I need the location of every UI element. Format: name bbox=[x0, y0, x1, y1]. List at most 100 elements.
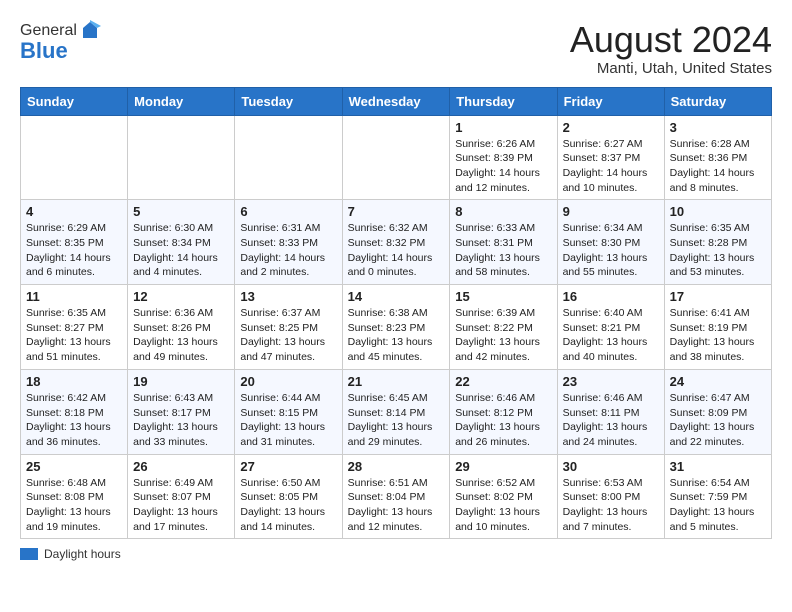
day-number: 19 bbox=[133, 374, 229, 389]
day-number: 4 bbox=[26, 204, 122, 219]
legend-label: Daylight hours bbox=[44, 547, 121, 561]
calendar-day-cell: 11Sunrise: 6:35 AMSunset: 8:27 PMDayligh… bbox=[21, 285, 128, 370]
day-info: Sunrise: 6:49 AMSunset: 8:07 PMDaylight:… bbox=[133, 476, 229, 535]
day-of-week-header: Tuesday bbox=[235, 87, 342, 115]
day-number: 3 bbox=[670, 120, 766, 135]
calendar-day-cell: 17 Sunrise: 6:41 AMSunset: 8:19 PMDayligh… bbox=[664, 285, 771, 370]
calendar-day-cell: 28 Sunrise: 6:51 AMSunset: 8:04 PMDayligh… bbox=[342, 454, 450, 539]
calendar-day-cell: 25 Sunrise: 6:48 AMSunset: 8:08 PMDayligh… bbox=[21, 454, 128, 539]
day-info: Sunrise: 6:41 AMSunset: 8:19 PMDaylight:… bbox=[670, 306, 766, 365]
day-info: Sunrise: 6:50 AMSunset: 8:05 PMDaylight:… bbox=[240, 476, 336, 535]
day-info: Sunrise: 6:34 AMSunset: 8:30 PMDaylight:… bbox=[563, 221, 659, 280]
day-number: 21 bbox=[348, 374, 445, 389]
calendar-day-cell: 21 Sunrise: 6:45 AMSunset: 8:14 PMDayligh… bbox=[342, 369, 450, 454]
calendar-day-cell: 18Sunrise: 6:42 AMSunset: 8:18 PMDayligh… bbox=[21, 369, 128, 454]
title-block: August 2024 Manti, Utah, United States bbox=[570, 20, 772, 77]
day-number: 30 bbox=[563, 459, 659, 474]
day-info: Sunrise: 6:44 AMSunset: 8:15 PMDaylight:… bbox=[240, 391, 336, 450]
day-info: Sunrise: 6:30 AMSunset: 8:34 PMDaylight:… bbox=[133, 221, 229, 280]
empty-cell bbox=[21, 115, 128, 200]
day-number: 14 bbox=[348, 289, 445, 304]
day-info: Sunrise: 6:33 AMSunset: 8:31 PMDaylight:… bbox=[455, 221, 551, 280]
calendar-day-cell: 9 Sunrise: 6:34 AMSunset: 8:30 PMDaylight… bbox=[557, 200, 664, 285]
day-info: Sunrise: 6:26 AMSunset: 8:39 PMDaylight:… bbox=[455, 137, 551, 196]
day-number: 16 bbox=[563, 289, 659, 304]
day-info: Sunrise: 6:37 AMSunset: 8:25 PMDaylight:… bbox=[240, 306, 336, 365]
day-number: 25 bbox=[26, 459, 122, 474]
day-info: Sunrise: 6:43 AMSunset: 8:17 PMDaylight:… bbox=[133, 391, 229, 450]
day-number: 9 bbox=[563, 204, 659, 219]
calendar-day-cell: 15Sunrise: 6:39 AMSunset: 8:22 PMDayligh… bbox=[450, 285, 557, 370]
day-info: Sunrise: 6:52 AMSunset: 8:02 PMDaylight:… bbox=[455, 476, 551, 535]
day-number: 6 bbox=[240, 204, 336, 219]
day-number: 22 bbox=[455, 374, 551, 389]
calendar-day-cell: 3 Sunrise: 6:28 AMSunset: 8:36 PMDaylight… bbox=[664, 115, 771, 200]
calendar: SundayMondayTuesdayWednesdayThursdayFrid… bbox=[20, 87, 772, 540]
day-number: 1 bbox=[455, 120, 551, 135]
location: Manti, Utah, United States bbox=[570, 60, 772, 77]
day-info: Sunrise: 6:36 AMSunset: 8:26 PMDaylight:… bbox=[133, 306, 229, 365]
day-number: 20 bbox=[240, 374, 336, 389]
empty-cell bbox=[235, 115, 342, 200]
day-info: Sunrise: 6:53 AMSunset: 8:00 PMDaylight:… bbox=[563, 476, 659, 535]
day-info: Sunrise: 6:46 AMSunset: 8:11 PMDaylight:… bbox=[563, 391, 659, 450]
day-info: Sunrise: 6:54 AMSunset: 7:59 PMDaylight:… bbox=[670, 476, 766, 535]
day-of-week-header: Saturday bbox=[664, 87, 771, 115]
day-number: 24 bbox=[670, 374, 766, 389]
calendar-day-cell: 23 Sunrise: 6:46 AMSunset: 8:11 PMDayligh… bbox=[557, 369, 664, 454]
legend-color-box bbox=[20, 548, 38, 560]
calendar-day-cell: 4 Sunrise: 6:29 AMSunset: 8:35 PMDaylight… bbox=[21, 200, 128, 285]
day-number: 29 bbox=[455, 459, 551, 474]
day-info: Sunrise: 6:39 AMSunset: 8:22 PMDaylight:… bbox=[455, 306, 551, 365]
day-info: Sunrise: 6:42 AMSunset: 8:18 PMDaylight:… bbox=[26, 391, 122, 450]
calendar-day-cell: 24 Sunrise: 6:47 AMSunset: 8:09 PMDayligh… bbox=[664, 369, 771, 454]
day-number: 26 bbox=[133, 459, 229, 474]
day-info: Sunrise: 6:35 AMSunset: 8:27 PMDaylight:… bbox=[26, 306, 122, 365]
day-number: 5 bbox=[133, 204, 229, 219]
day-of-week-header: Wednesday bbox=[342, 87, 450, 115]
day-info: Sunrise: 6:35 AMSunset: 8:28 PMDaylight:… bbox=[670, 221, 766, 280]
month-year: August 2024 bbox=[570, 20, 772, 60]
day-number: 28 bbox=[348, 459, 445, 474]
day-number: 23 bbox=[563, 374, 659, 389]
calendar-day-cell: 22Sunrise: 6:46 AMSunset: 8:12 PMDayligh… bbox=[450, 369, 557, 454]
calendar-day-cell: 26 Sunrise: 6:49 AMSunset: 8:07 PMDayligh… bbox=[128, 454, 235, 539]
day-number: 31 bbox=[670, 459, 766, 474]
calendar-day-cell: 12 Sunrise: 6:36 AMSunset: 8:26 PMDayligh… bbox=[128, 285, 235, 370]
calendar-day-cell: 7Sunrise: 6:32 AMSunset: 8:32 PMDaylight… bbox=[342, 200, 450, 285]
calendar-day-cell: 13 Sunrise: 6:37 AMSunset: 8:25 PMDayligh… bbox=[235, 285, 342, 370]
logo: General Blue bbox=[20, 20, 101, 64]
calendar-day-cell: 27Sunrise: 6:50 AMSunset: 8:05 PMDayligh… bbox=[235, 454, 342, 539]
calendar-day-cell: 8 Sunrise: 6:33 AMSunset: 8:31 PMDaylight… bbox=[450, 200, 557, 285]
empty-cell bbox=[128, 115, 235, 200]
day-info: Sunrise: 6:45 AMSunset: 8:14 PMDaylight:… bbox=[348, 391, 445, 450]
day-number: 7 bbox=[348, 204, 445, 219]
calendar-day-cell: 20 Sunrise: 6:44 AMSunset: 8:15 PMDayligh… bbox=[235, 369, 342, 454]
day-info: Sunrise: 6:51 AMSunset: 8:04 PMDaylight:… bbox=[348, 476, 445, 535]
calendar-day-cell: 6 Sunrise: 6:31 AMSunset: 8:33 PMDaylight… bbox=[235, 200, 342, 285]
day-info: Sunrise: 6:27 AMSunset: 8:37 PMDaylight:… bbox=[563, 137, 659, 196]
calendar-day-cell: 5 Sunrise: 6:30 AMSunset: 8:34 PMDaylight… bbox=[128, 200, 235, 285]
day-number: 8 bbox=[455, 204, 551, 219]
calendar-day-cell: 1 Sunrise: 6:26 AMSunset: 8:39 PMDaylight… bbox=[450, 115, 557, 200]
calendar-day-cell: 30 Sunrise: 6:53 AMSunset: 8:00 PMDayligh… bbox=[557, 454, 664, 539]
calendar-day-cell: 29 Sunrise: 6:52 AMSunset: 8:02 PMDayligh… bbox=[450, 454, 557, 539]
calendar-day-cell: 16Sunrise: 6:40 AMSunset: 8:21 PMDayligh… bbox=[557, 285, 664, 370]
day-info: Sunrise: 6:28 AMSunset: 8:36 PMDaylight:… bbox=[670, 137, 766, 196]
day-info: Sunrise: 6:31 AMSunset: 8:33 PMDaylight:… bbox=[240, 221, 336, 280]
calendar-day-cell: 10Sunrise: 6:35 AMSunset: 8:28 PMDayligh… bbox=[664, 200, 771, 285]
day-info: Sunrise: 6:48 AMSunset: 8:08 PMDaylight:… bbox=[26, 476, 122, 535]
logo-icon bbox=[79, 20, 101, 42]
day-number: 17 bbox=[670, 289, 766, 304]
calendar-day-cell: 2Sunrise: 6:27 AMSunset: 8:37 PMDaylight… bbox=[557, 115, 664, 200]
day-number: 13 bbox=[240, 289, 336, 304]
day-of-week-header: Monday bbox=[128, 87, 235, 115]
day-number: 12 bbox=[133, 289, 229, 304]
empty-cell bbox=[342, 115, 450, 200]
calendar-day-cell: 14 Sunrise: 6:38 AMSunset: 8:23 PMDayligh… bbox=[342, 285, 450, 370]
day-info: Sunrise: 6:47 AMSunset: 8:09 PMDaylight:… bbox=[670, 391, 766, 450]
page-header: General Blue August 2024 Manti, Utah, Un… bbox=[20, 20, 772, 77]
day-info: Sunrise: 6:38 AMSunset: 8:23 PMDaylight:… bbox=[348, 306, 445, 365]
day-of-week-header: Friday bbox=[557, 87, 664, 115]
day-info: Sunrise: 6:29 AMSunset: 8:35 PMDaylight:… bbox=[26, 221, 122, 280]
